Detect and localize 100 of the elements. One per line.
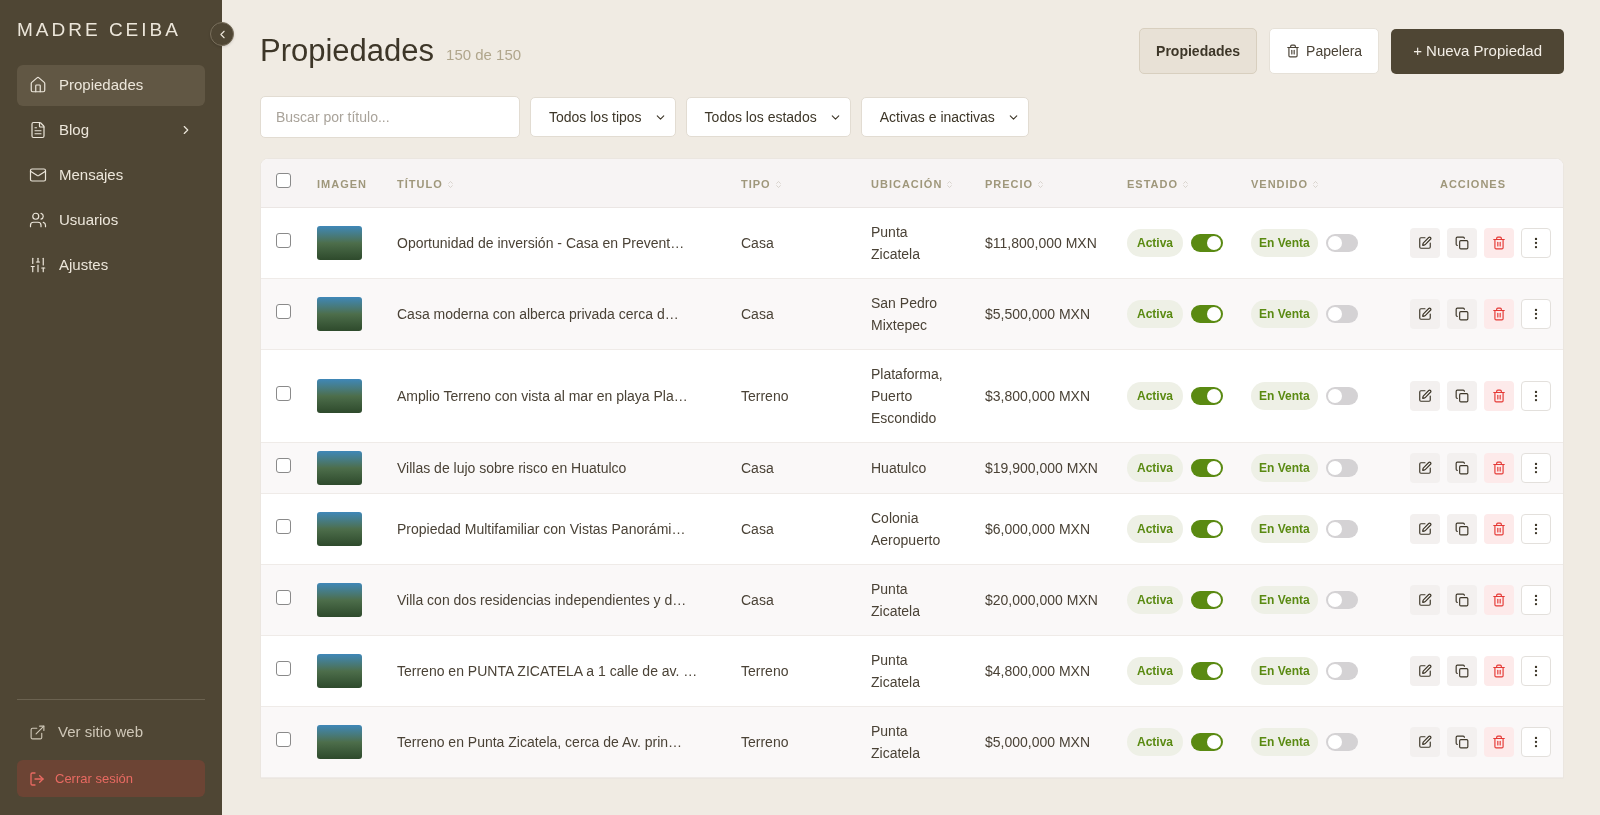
- edit-button[interactable]: [1410, 584, 1440, 615]
- toggle-switch[interactable]: [1191, 732, 1224, 751]
- delete-button[interactable]: [1484, 298, 1514, 329]
- delete-button[interactable]: [1484, 513, 1514, 544]
- toggle-switch[interactable]: [1191, 233, 1224, 252]
- duplicate-button[interactable]: [1447, 655, 1477, 686]
- duplicate-button[interactable]: [1447, 584, 1477, 615]
- filter-dropdown[interactable]: Activas e inactivas: [860, 97, 1029, 137]
- collapse-button[interactable]: [210, 22, 234, 46]
- edit-button[interactable]: [1410, 227, 1440, 258]
- checkbox[interactable]: [276, 303, 291, 319]
- edit-button[interactable]: [1410, 380, 1440, 411]
- property-location: Punta Zicatela: [871, 650, 922, 692]
- checkbox[interactable]: [276, 232, 291, 248]
- sale-badge: En Venta: [1251, 727, 1318, 756]
- property-type: Casa: [741, 459, 774, 476]
- duplicate-button[interactable]: [1447, 513, 1477, 544]
- edit-button[interactable]: [1410, 726, 1440, 757]
- column-header: ACCIONES: [1439, 176, 1507, 192]
- copy-icon: [1455, 388, 1469, 403]
- external-link-icon: [29, 723, 46, 741]
- tab[interactable]: Papelera: [1269, 28, 1380, 74]
- photo-placeholder: [317, 511, 362, 546]
- sliders-icon: [29, 256, 47, 274]
- sidebar-item[interactable]: Mensajes: [17, 154, 205, 196]
- toggle-switch[interactable]: [1191, 304, 1224, 323]
- edit-button[interactable]: [1410, 298, 1440, 329]
- page-title: Propiedades: [260, 31, 435, 70]
- duplicate-button[interactable]: [1447, 227, 1477, 258]
- toggle-switch[interactable]: [1191, 458, 1224, 477]
- view-site-link[interactable]: Ver sitio web: [17, 712, 205, 752]
- property-title: Villas de lujo sobre risco en Huatulco: [397, 459, 627, 476]
- checkbox[interactable]: [276, 385, 291, 401]
- delete-button[interactable]: [1484, 380, 1514, 411]
- sidebar-item[interactable]: Propiedades: [17, 64, 205, 106]
- status-badge: Activa: [1127, 514, 1184, 543]
- photo-placeholder: [317, 296, 362, 331]
- edit-icon: [1418, 388, 1432, 403]
- sale-badge: En Venta: [1251, 453, 1318, 482]
- trash-icon: [1286, 44, 1301, 58]
- duplicate-button[interactable]: [1447, 298, 1477, 329]
- copy-icon: [1455, 734, 1469, 749]
- checkbox[interactable]: [276, 518, 291, 534]
- photo-placeholder: [317, 653, 362, 688]
- delete-button[interactable]: [1484, 452, 1514, 483]
- toggle-switch[interactable]: [1325, 519, 1358, 538]
- toggle-switch[interactable]: [1191, 590, 1224, 609]
- trash-icon: [1492, 734, 1506, 749]
- copy-icon: [1455, 306, 1469, 321]
- toggle-switch[interactable]: [1325, 386, 1358, 405]
- sidebar-item[interactable]: Ajustes: [17, 244, 205, 286]
- property-title: Casa moderna con alberca privada cerca d…: [397, 305, 679, 322]
- toggle-switch[interactable]: [1325, 732, 1358, 751]
- property-type: Casa: [741, 305, 774, 322]
- edit-button[interactable]: [1410, 452, 1440, 483]
- photo-placeholder: [317, 450, 362, 485]
- checkbox[interactable]: [276, 457, 291, 473]
- tab[interactable]: Propiedades: [1139, 28, 1258, 74]
- edit-icon: [1418, 592, 1432, 607]
- photo-placeholder: [317, 582, 362, 617]
- search-field[interactable]: Buscar por título...: [260, 96, 520, 138]
- duplicate-button[interactable]: [1447, 726, 1477, 757]
- toggle-switch[interactable]: [1325, 590, 1358, 609]
- property-title: Terreno en PUNTA ZICATELA a 1 calle de av. …: [397, 662, 698, 679]
- toggle-switch[interactable]: [1325, 458, 1358, 477]
- property-title: Amplio Terreno con vista al mar en playa Pla…: [397, 387, 688, 404]
- sort-icon: [773, 179, 783, 189]
- trash-icon: [1492, 306, 1506, 321]
- toggle-switch[interactable]: [1191, 386, 1224, 405]
- sale-badge: En Venta: [1251, 585, 1318, 614]
- toggle-switch[interactable]: [1325, 661, 1358, 680]
- logout-icon: [29, 770, 45, 787]
- filter-dropdown[interactable]: Todos los tipos: [530, 97, 676, 137]
- sidebar-item[interactable]: Usuarios: [17, 199, 205, 241]
- edit-button[interactable]: [1410, 513, 1440, 544]
- edit-button[interactable]: [1410, 655, 1440, 686]
- checkbox[interactable]: [276, 731, 291, 747]
- sale-badge: En Venta: [1251, 299, 1318, 328]
- duplicate-button[interactable]: [1447, 380, 1477, 411]
- delete-button[interactable]: [1484, 227, 1514, 258]
- duplicate-button[interactable]: [1447, 452, 1477, 483]
- checkbox[interactable]: [276, 660, 291, 676]
- filter-dropdown[interactable]: Todos los estados: [685, 97, 851, 137]
- toggle-switch[interactable]: [1191, 661, 1224, 680]
- sort-icon: [445, 179, 455, 189]
- new-property-button[interactable]: + Nueva Propiedad: [1391, 28, 1564, 74]
- edit-icon: [1418, 235, 1432, 250]
- toggle-switch[interactable]: [1191, 519, 1224, 538]
- checkbox[interactable]: [276, 589, 291, 605]
- delete-button[interactable]: [1484, 584, 1514, 615]
- checkbox[interactable]: [276, 172, 291, 188]
- status-badge: Activa: [1127, 228, 1184, 257]
- property-title: Oportunidad de inversión - Casa en Prevent…: [397, 234, 685, 251]
- delete-button[interactable]: [1484, 655, 1514, 686]
- trash-icon: [1492, 521, 1506, 536]
- sidebar-item[interactable]: Blog: [17, 109, 205, 151]
- toggle-switch[interactable]: [1325, 233, 1358, 252]
- toggle-switch[interactable]: [1325, 304, 1358, 323]
- delete-button[interactable]: [1484, 726, 1514, 757]
- property-price: $5,000,000 MXN: [985, 733, 1091, 750]
